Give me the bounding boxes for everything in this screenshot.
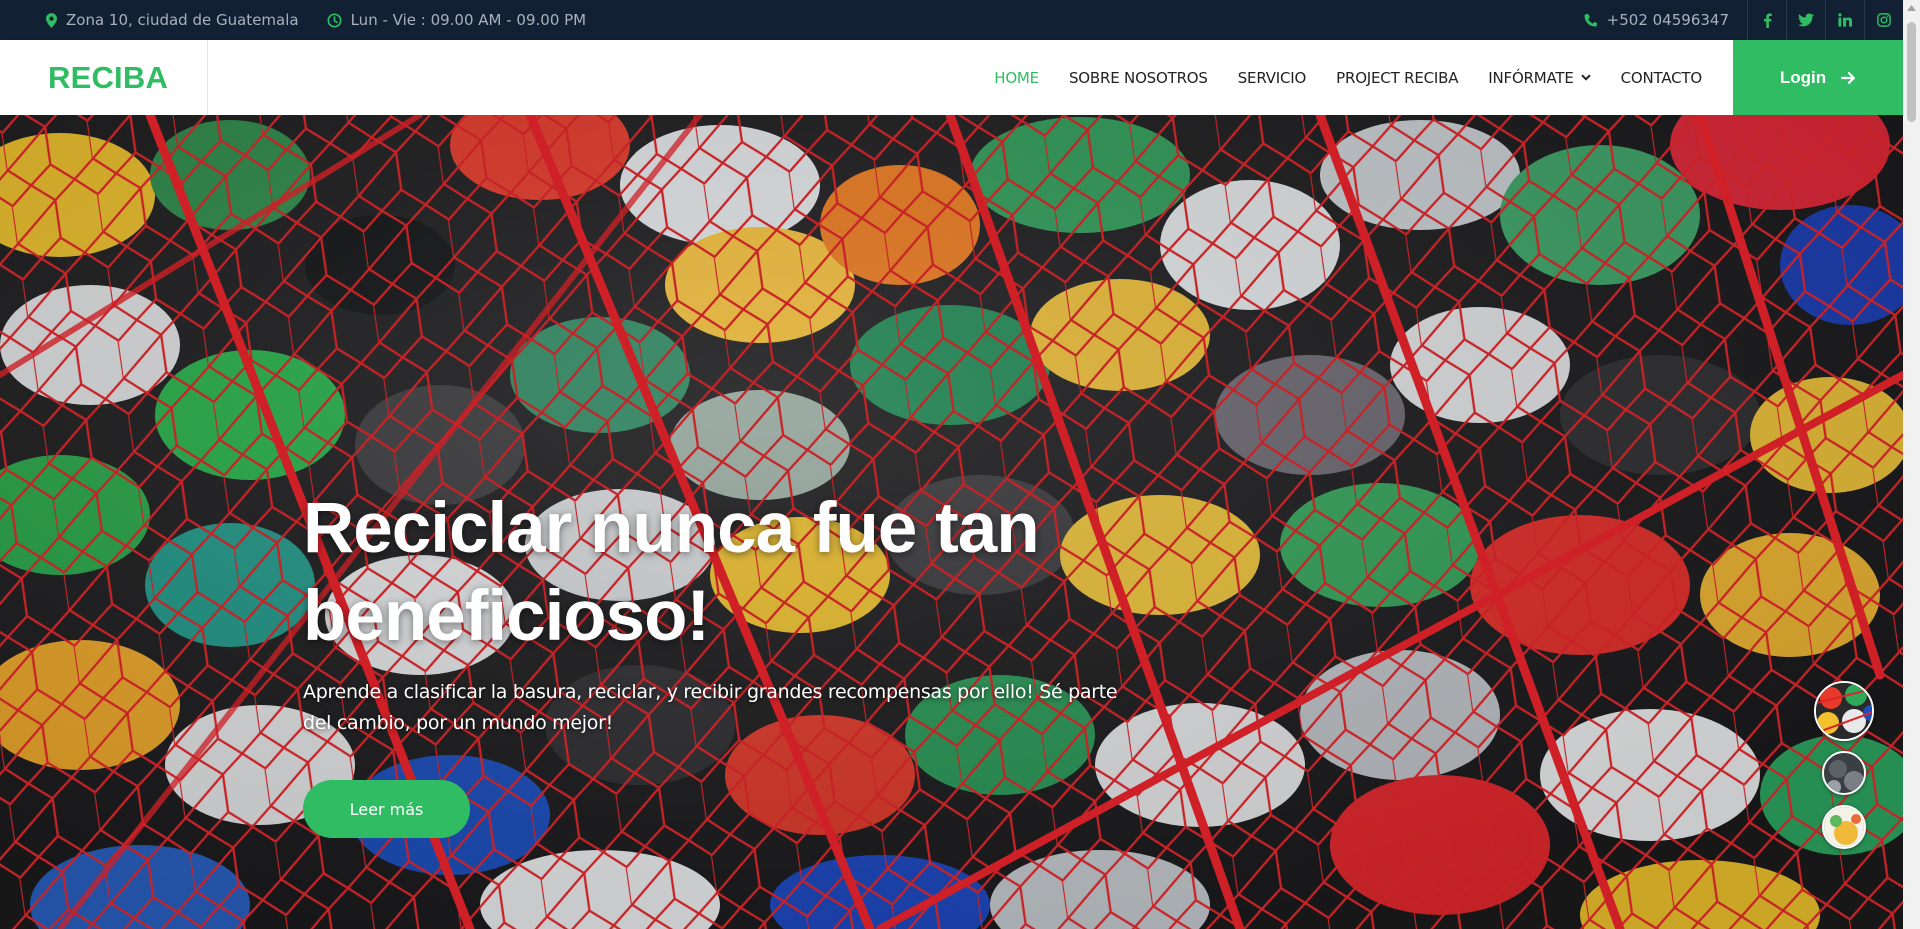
instagram-link[interactable]: [1864, 0, 1903, 40]
scroll-up-arrow-icon[interactable]: [1907, 5, 1916, 11]
brand-logo[interactable]: RECIBA: [0, 40, 208, 115]
nav-informate[interactable]: INFÓRMATE: [1488, 68, 1591, 87]
read-more-button[interactable]: Leer más: [303, 780, 470, 838]
chevron-down-icon: [1580, 74, 1591, 81]
nav-informate-label: INFÓRMATE: [1488, 68, 1574, 87]
hours-text: Lun - Vie : 09.00 AM - 09.00 PM: [350, 11, 587, 29]
page-scrollbar[interactable]: [1903, 0, 1920, 929]
map-marker-icon: [46, 12, 57, 28]
phone-icon: [1584, 13, 1598, 27]
clock-icon: [327, 12, 342, 28]
main-navbar: RECIBA HOME SOBRE NOSOTROS SERVICIO PROJ…: [0, 40, 1903, 115]
nav-project-reciba[interactable]: PROJECT RECIBA: [1336, 69, 1458, 87]
address-text: Zona 10, ciudad de Guatemala: [66, 11, 299, 29]
slide-thumbnail-1[interactable]: [1814, 681, 1874, 741]
linkedin-icon: [1838, 13, 1852, 27]
hero-title-line2: beneficioso!: [303, 577, 710, 656]
hero-title: Reciclar nunca fue tan beneficioso!: [303, 485, 1163, 661]
nav-menu: HOME SOBRE NOSOTROS SERVICIO PROJECT REC…: [979, 40, 1903, 115]
top-info-bar: Zona 10, ciudad de Guatemala Lun - Vie :…: [0, 0, 1903, 40]
linkedin-link[interactable]: [1825, 0, 1864, 40]
facebook-link[interactable]: [1747, 0, 1786, 40]
phone-text: +502 04596347: [1606, 11, 1729, 29]
hero-section: Reciclar nunca fue tan beneficioso! Apre…: [0, 115, 1903, 929]
facebook-icon: [1763, 12, 1772, 28]
login-label: Login: [1779, 67, 1827, 87]
phone-item[interactable]: +502 04596347: [1584, 11, 1729, 29]
scrollbar-thumb[interactable]: [1907, 22, 1916, 122]
twitter-link[interactable]: [1786, 0, 1825, 40]
nav-contacto[interactable]: CONTACTO: [1621, 69, 1703, 87]
nav-home[interactable]: HOME: [994, 69, 1039, 87]
arrow-right-icon: [1841, 71, 1856, 84]
address-item: Zona 10, ciudad de Guatemala: [46, 11, 299, 29]
instagram-icon: [1877, 13, 1891, 27]
hero-content: Reciclar nunca fue tan beneficioso! Apre…: [303, 485, 1163, 838]
slide-thumbnail-2[interactable]: [1822, 751, 1866, 795]
login-button[interactable]: Login: [1733, 40, 1903, 115]
hours-item: Lun - Vie : 09.00 AM - 09.00 PM: [327, 11, 587, 29]
twitter-icon: [1798, 13, 1814, 27]
slide-thumbnail-3[interactable]: [1822, 805, 1866, 849]
nav-sobre-nosotros[interactable]: SOBRE NOSOTROS: [1069, 69, 1208, 87]
hero-title-line1: Reciclar nunca fue tan: [303, 489, 1040, 568]
hero-subtitle: Aprende a clasificar la basura, reciclar…: [303, 681, 1118, 734]
nav-servicio[interactable]: SERVICIO: [1238, 69, 1307, 87]
